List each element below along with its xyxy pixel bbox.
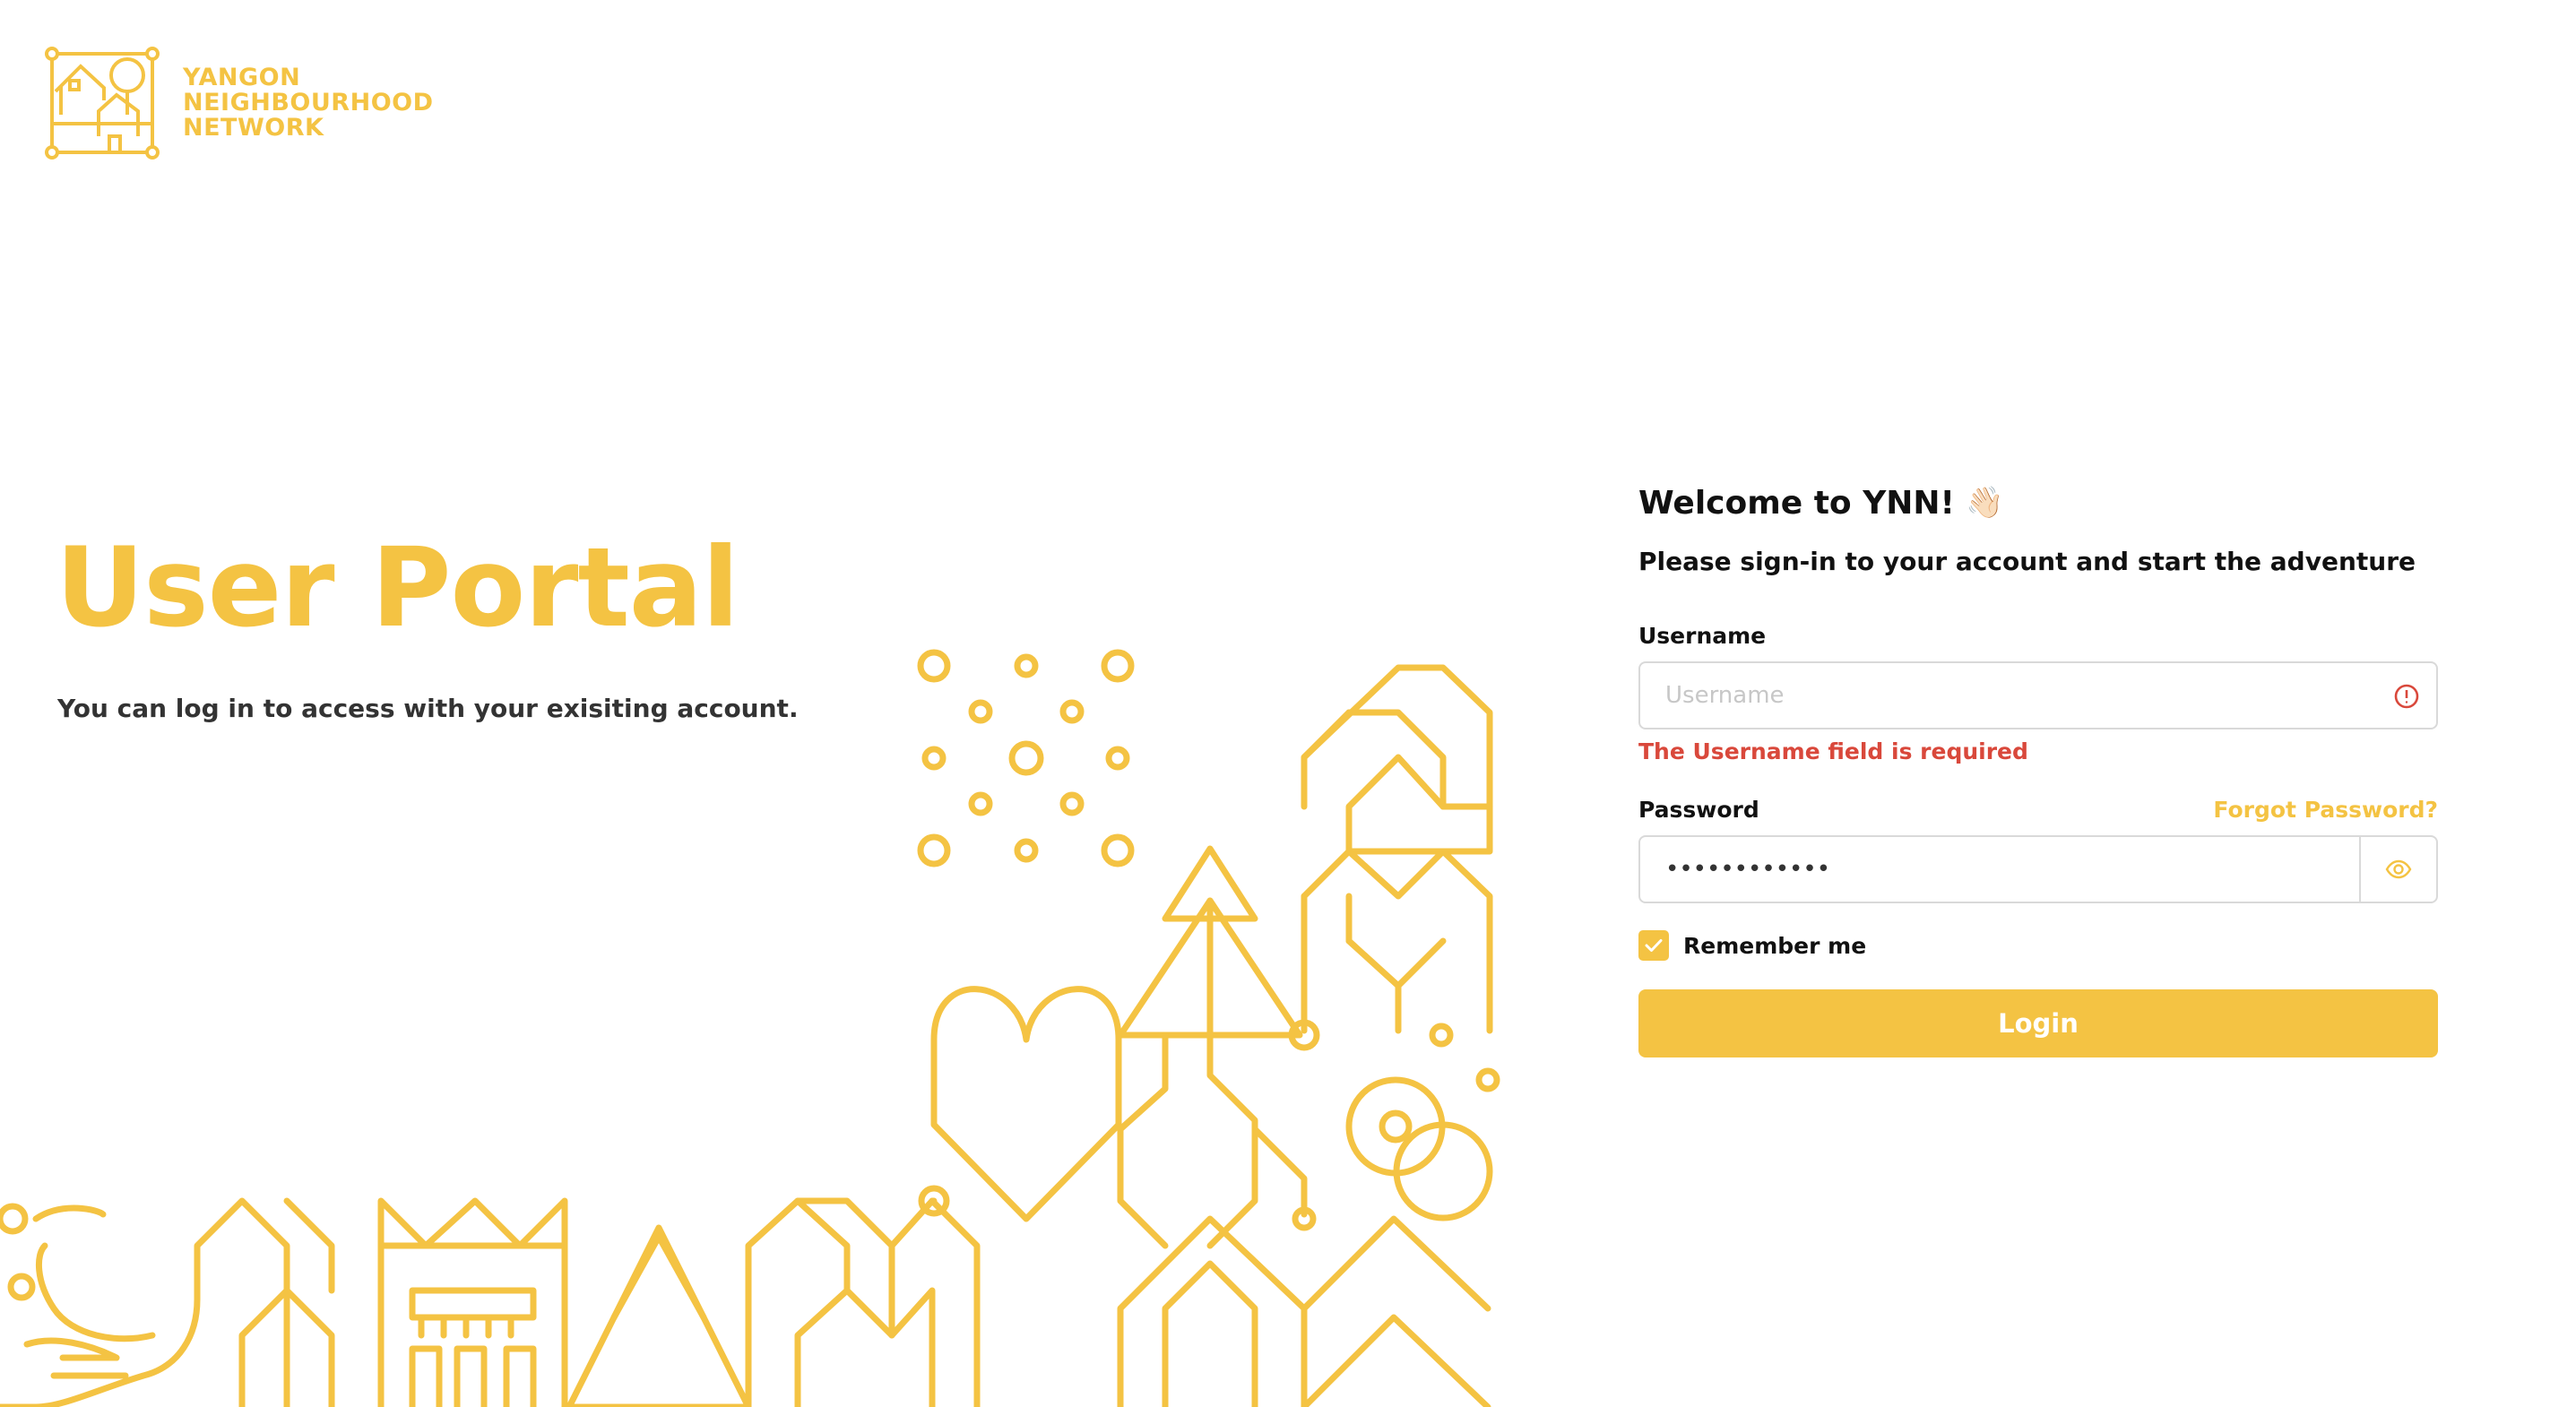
login-panel: Welcome to YNN! 👋🏻 Please sign-in to you… <box>1638 475 2438 1057</box>
username-group: Username The Username field is required <box>1638 623 2438 764</box>
username-error: The Username field is required <box>1638 738 2028 764</box>
password-label-row: Password Forgot Password? <box>1638 797 2438 823</box>
zigzag-lines <box>1117 1032 1491 1407</box>
toggle-password-button[interactable] <box>2359 837 2436 902</box>
brand-name: YANGON NEIGHBOURHOOD NETWORK <box>183 65 434 141</box>
remember-me-row: Remember me <box>1638 930 2438 961</box>
password-input[interactable] <box>1640 837 2436 902</box>
remember-me-label[interactable]: Remember me <box>1683 933 1866 959</box>
check-icon <box>1645 939 1663 952</box>
signin-subtitle: Please sign-in to your account and start… <box>1638 547 2416 576</box>
username-label: Username <box>1638 623 1767 649</box>
forgot-password-link[interactable]: Forgot Password? <box>2213 797 2438 823</box>
welcome-heading: Welcome to YNN! 👋🏻 <box>1638 475 2438 531</box>
eye-icon <box>2385 859 2412 879</box>
brand-logo[interactable]: YANGON NEIGHBOURHOOD NETWORK <box>45 47 434 160</box>
geometric-houses <box>1288 664 1500 1092</box>
password-group: Password Forgot Password? <box>1638 797 2438 903</box>
heart-shape <box>930 986 1122 1222</box>
skyline-left <box>0 1185 981 1407</box>
username-input[interactable] <box>1640 663 2436 728</box>
ynn-logo-icon <box>45 47 160 160</box>
brand-line-3: NETWORK <box>183 114 324 142</box>
city-illustration <box>0 649 1500 1407</box>
overlap-circles <box>1345 1076 1493 1221</box>
remember-me-checkbox[interactable] <box>1638 930 1669 961</box>
username-input-wrapper <box>1638 661 2438 729</box>
brand-line-1: YANGON <box>183 64 301 91</box>
tree-shape <box>1117 845 1303 1039</box>
brand-line-2: NEIGHBOURHOOD <box>183 89 434 117</box>
dot-pattern <box>917 649 1135 868</box>
alert-circle-icon <box>2394 684 2419 709</box>
password-label: Password <box>1638 797 1759 823</box>
welcome-text: Welcome to YNN! <box>1638 484 1955 522</box>
wave-emoji: 👋🏻 <box>1965 485 2004 521</box>
login-button[interactable]: Login <box>1638 989 2438 1057</box>
password-input-wrapper <box>1638 835 2438 903</box>
